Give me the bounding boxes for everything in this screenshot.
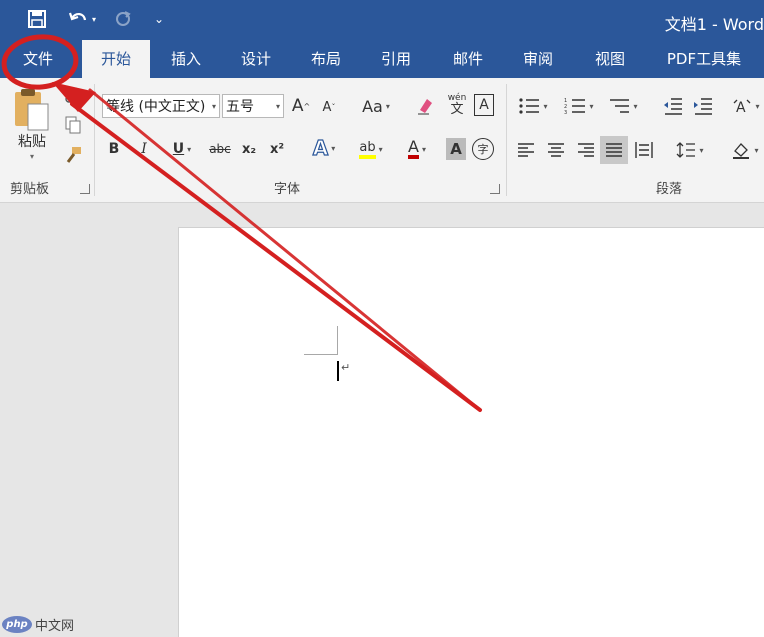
document-page[interactable]: ↵	[178, 227, 764, 637]
shrink-font-button[interactable]: Aˇ	[318, 96, 340, 118]
text-effects-button[interactable]: A ▾	[304, 135, 344, 160]
svg-text:3: 3	[564, 110, 567, 115]
clipboard-launcher-icon[interactable]	[80, 184, 90, 194]
superscript-button[interactable]: x²	[266, 138, 288, 160]
multilevel-list-icon[interactable]: ▾	[604, 94, 642, 118]
character-border-button[interactable]: A	[474, 94, 494, 116]
paragraph-group-label: 段落	[656, 182, 683, 197]
decrease-indent-icon[interactable]	[660, 94, 686, 118]
distributed-icon[interactable]	[632, 138, 656, 162]
chevron-down-icon: ▾	[275, 101, 280, 111]
justify-icon[interactable]	[600, 136, 628, 164]
save-icon[interactable]	[24, 6, 50, 32]
character-shading-button[interactable]: A	[446, 138, 466, 160]
align-left-icon[interactable]	[514, 138, 538, 162]
subscript-button[interactable]: x₂	[238, 138, 260, 160]
watermark-logo: php	[2, 616, 32, 633]
bullets-icon[interactable]: ▾	[514, 94, 552, 118]
tab-pdf-tools[interactable]: PDF工具集	[652, 40, 756, 78]
ribbon-tabs: 文件 开始 插入 设计 布局 引用 邮件 审阅 视图 PDF工具集	[0, 40, 764, 78]
customize-qat-icon[interactable]: ⌄	[150, 6, 168, 32]
tab-review[interactable]: 审阅	[504, 40, 572, 78]
paragraph-mark-icon: ↵	[341, 361, 351, 374]
text-cursor	[337, 361, 339, 381]
cut-icon[interactable]	[62, 84, 84, 106]
svg-text:A: A	[736, 100, 746, 115]
line-spacing-icon[interactable]: ▾	[670, 138, 710, 162]
window-title: 文档1 - Word	[664, 15, 764, 34]
copy-icon[interactable]	[62, 114, 84, 136]
paste-label[interactable]: 粘贴	[8, 132, 56, 150]
phonetic-guide-button[interactable]: wén 文	[443, 90, 471, 120]
tab-layout[interactable]: 布局	[292, 40, 360, 78]
watermark: php 中文网	[2, 615, 74, 634]
font-size-combo[interactable]: 五号 ▾	[222, 94, 284, 118]
redo-icon[interactable]	[110, 6, 136, 32]
separator	[506, 84, 507, 196]
watermark-text: 中文网	[35, 619, 75, 634]
grow-font-button[interactable]: A ^	[290, 94, 312, 118]
font-launcher-icon[interactable]	[490, 184, 500, 194]
enclose-characters-button[interactable]: 字	[472, 138, 494, 160]
tab-mailings[interactable]: 邮件	[432, 40, 504, 78]
ribbon: 粘贴 ▾ 剪贴板 等线 (中文正文) ▾ 五号 ▾ A ^ Aˇ Aa ▾ wén …	[0, 78, 764, 203]
tab-references[interactable]: 引用	[362, 40, 430, 78]
shading-icon[interactable]: ▾	[726, 138, 764, 162]
font-color-button[interactable]: A ▾	[396, 136, 438, 162]
document-workspace: ↵ php 中文网	[0, 203, 764, 637]
underline-button[interactable]: U ▾	[162, 138, 202, 160]
paste-icon[interactable]	[10, 88, 54, 132]
tab-design[interactable]: 设计	[222, 40, 290, 78]
align-center-icon[interactable]	[544, 138, 568, 162]
bold-button[interactable]: B	[104, 138, 124, 160]
chevron-down-icon: ▾	[211, 101, 216, 111]
tab-home[interactable]: 开始	[82, 40, 150, 78]
tab-view[interactable]: 视图	[574, 40, 646, 78]
clipboard-group-label: 剪贴板	[10, 182, 50, 197]
increase-indent-icon[interactable]	[690, 94, 716, 118]
align-right-icon[interactable]	[574, 138, 598, 162]
font-name-value: 等线 (中文正文)	[106, 99, 206, 115]
text-highlight-button[interactable]: ab ▾	[350, 136, 392, 162]
asian-layout-icon[interactable]: A ▾	[728, 94, 764, 118]
font-name-combo[interactable]: 等线 (中文正文) ▾	[102, 94, 220, 118]
paste-dropdown-icon[interactable]: ▾	[24, 150, 40, 162]
undo-icon[interactable]: ▾	[62, 6, 102, 32]
title-bar: ▾ ⌄ 文档1 - Word	[0, 0, 764, 40]
strikethrough-button[interactable]: abc	[206, 138, 234, 160]
numbering-icon[interactable]: 1 2 3 ▾	[560, 94, 598, 118]
font-group-label: 字体	[274, 182, 301, 197]
separator	[94, 84, 95, 196]
clear-formatting-icon[interactable]	[412, 94, 438, 118]
margin-corner-mark	[304, 326, 338, 355]
change-case-button[interactable]: Aa ▾	[356, 94, 396, 118]
font-size-value: 五号	[226, 99, 254, 115]
tab-file[interactable]: 文件	[4, 40, 72, 78]
tab-insert[interactable]: 插入	[152, 40, 220, 78]
format-painter-icon[interactable]	[62, 144, 84, 166]
italic-button[interactable]: I	[134, 138, 154, 160]
